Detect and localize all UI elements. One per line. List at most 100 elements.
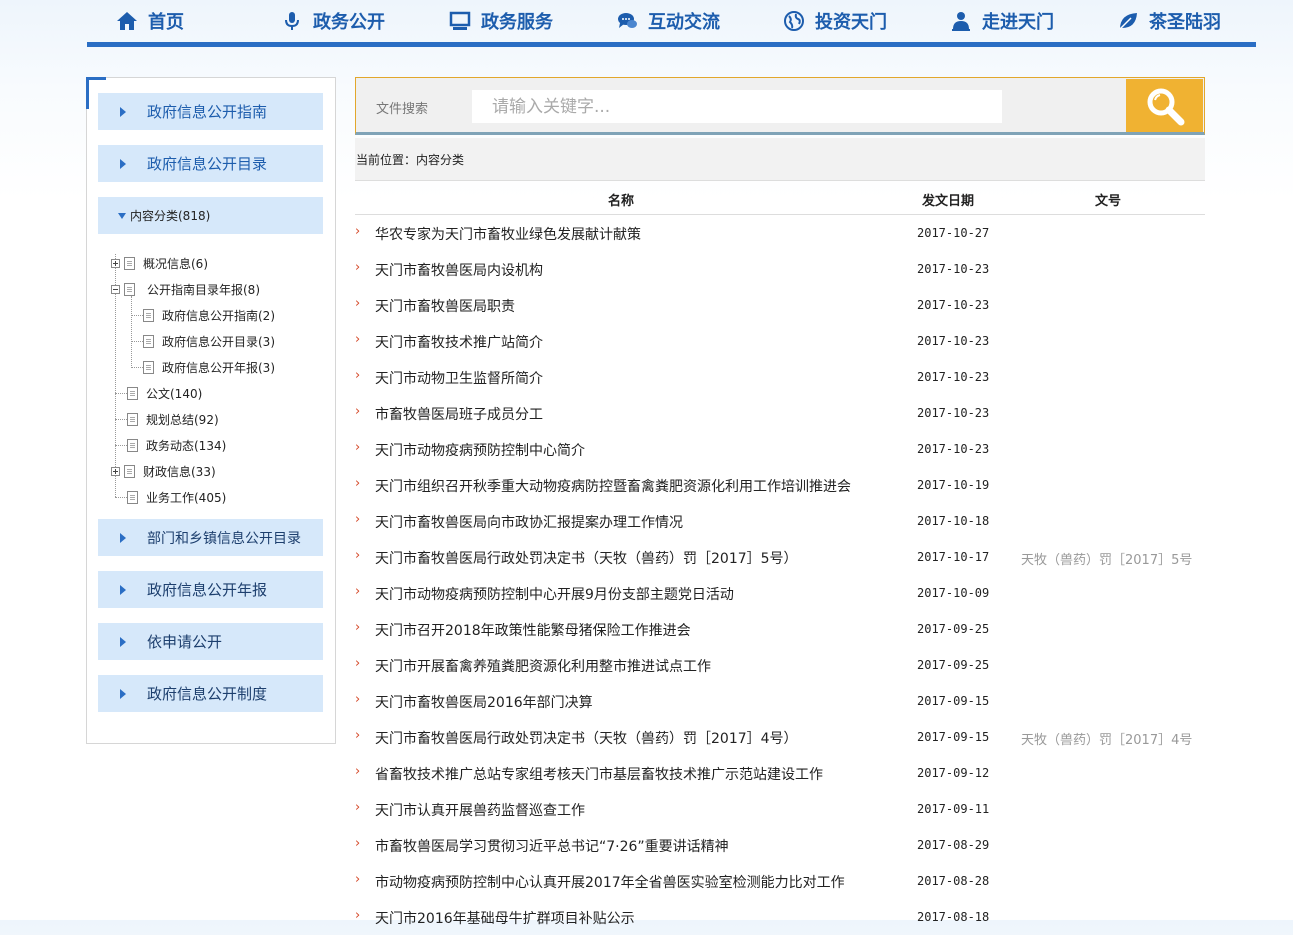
- nav-gov-service[interactable]: 政务服务: [449, 6, 553, 36]
- row-title-link[interactable]: 市畜牧兽医局班子成员分工: [375, 404, 543, 424]
- sidebar-item-annual-report[interactable]: 政府信息公开年报: [98, 571, 323, 608]
- chevron-right-icon: ›: [355, 296, 361, 311]
- nav-home[interactable]: 首页: [116, 6, 184, 36]
- search-icon: [1147, 88, 1184, 125]
- globe-icon: [783, 10, 805, 32]
- table-row[interactable]: › 天门市2016年基础母牛扩群项目补贴公示 2017-08-18: [355, 899, 1205, 935]
- row-title-link[interactable]: 天门市畜牧兽医局职责: [375, 296, 515, 316]
- nav-interaction[interactable]: 互动交流: [616, 6, 720, 36]
- table-row[interactable]: › 天门市畜牧兽医局职责 2017-10-23: [355, 287, 1205, 323]
- nav-visit-label: 走进天门: [982, 12, 1054, 33]
- row-title-link[interactable]: 天门市动物疫病预防控制中心开展9月份支部主题党日活动: [375, 584, 734, 604]
- sidebar-item-content-category[interactable]: 内容分类(818): [98, 197, 323, 234]
- tree-node-plans[interactable]: 规划总结(92): [127, 410, 219, 428]
- row-title-link[interactable]: 省畜牧技术推广总站专家组考核天门市基层畜牧技术推广示范站建设工作: [375, 764, 823, 784]
- table-row[interactable]: › 天门市畜牧兽医局向市政协汇报提案办理工作情况 2017-10-18: [355, 503, 1205, 539]
- table-row[interactable]: › 天门市组织召开秋季重大动物疫病防控暨畜禽粪肥资源化利用工作培训推进会 2017-…: [355, 467, 1205, 503]
- nav-invest[interactable]: 投资天门: [783, 6, 887, 36]
- document-icon: [124, 464, 135, 478]
- tree-node-news[interactable]: 政务动态(134): [127, 436, 226, 454]
- tree-node-documents[interactable]: 公文(140): [127, 384, 202, 402]
- table-row[interactable]: › 市动物疫病预防控制中心认真开展2017年全省兽医实验室检测能力比对工作 2017…: [355, 863, 1205, 899]
- sidebar-item-guide[interactable]: 政府信息公开指南: [98, 93, 323, 130]
- sidebar-item-dept-catalog[interactable]: 部门和乡镇信息公开目录: [98, 519, 323, 556]
- table-row[interactable]: › 天门市召开2018年政策性能繁母猪保险工作推进会 2017-09-25: [355, 611, 1205, 647]
- tree-guide-line: [131, 296, 132, 368]
- tree-node-info-catalog[interactable]: 政府信息公开目录(3): [143, 332, 275, 350]
- row-title-link[interactable]: 天门市畜牧兽医局内设机构: [375, 260, 543, 280]
- breadcrumb-text: 当前位置：内容分类: [356, 152, 465, 167]
- row-title-link[interactable]: 天门市动物卫生监督所简介: [375, 368, 543, 388]
- row-date: 2017-08-18: [917, 910, 990, 924]
- expand-plus-icon[interactable]: [111, 466, 120, 476]
- table-row[interactable]: › 天门市畜牧技术推广站简介 2017-10-23: [355, 323, 1205, 359]
- sidebar-item-application[interactable]: 依申请公开: [98, 623, 323, 660]
- triangle-right-icon: [120, 106, 126, 117]
- table-row[interactable]: › 天门市动物疫病预防控制中心简介 2017-10-23: [355, 431, 1205, 467]
- tree-node-finance[interactable]: 财政信息(33): [111, 462, 216, 480]
- expand-plus-icon[interactable]: [111, 258, 120, 268]
- search-input[interactable]: [472, 90, 1002, 123]
- row-title-link[interactable]: 市动物疫病预防控制中心认真开展2017年全省兽医实验室检测能力比对工作: [375, 872, 845, 892]
- row-title-link[interactable]: 天门市动物疫病预防控制中心简介: [375, 440, 585, 460]
- row-title-link[interactable]: 天门市开展畜禽养殖粪肥资源化利用整市推进试点工作: [375, 656, 711, 676]
- nav-visit[interactable]: 走进天门: [950, 6, 1054, 36]
- leaf-icon: [1117, 10, 1139, 32]
- row-title-link[interactable]: 天门市认真开展兽药监督巡查工作: [375, 800, 585, 820]
- row-title-link[interactable]: 天门市畜牧技术推广站简介: [375, 332, 543, 352]
- row-title-link[interactable]: 天门市2016年基础母牛扩群项目补贴公示: [375, 908, 635, 928]
- file-search-bar: 文件搜索: [355, 77, 1205, 135]
- document-icon: [124, 282, 135, 296]
- table-row[interactable]: › 华农专家为天门市畜牧业绿色发展献计献策 2017-10-27: [355, 215, 1205, 251]
- table-row[interactable]: › 天门市畜牧兽医局内设机构 2017-10-23: [355, 251, 1205, 287]
- row-date: 2017-10-23: [917, 298, 990, 312]
- tree-node-info-guide[interactable]: 政府信息公开指南(2): [143, 306, 275, 324]
- sidebar-item-system[interactable]: 政府信息公开制度: [98, 675, 323, 712]
- table-row[interactable]: › 市畜牧兽医局班子成员分工 2017-10-23: [355, 395, 1205, 431]
- chat-icon: [616, 10, 638, 32]
- triangle-right-icon: [120, 158, 126, 169]
- table-row[interactable]: › 天门市畜牧兽医局行政处罚决定书（天牧（兽药）罚［2017］4号） 2017-09…: [355, 719, 1205, 755]
- sidebar-item-catalog[interactable]: 政府信息公开目录: [98, 145, 323, 182]
- tree-node-business[interactable]: 业务工作(405): [127, 488, 226, 506]
- column-header-date: 发文日期: [922, 194, 975, 209]
- row-title-link[interactable]: 天门市畜牧兽医局行政处罚决定书（天牧（兽药）罚［2017］5号）: [375, 548, 798, 568]
- table-row[interactable]: › 天门市动物疫病预防控制中心开展9月份支部主题党日活动 2017-10-09: [355, 575, 1205, 611]
- document-icon: [127, 412, 138, 426]
- table-row[interactable]: › 天门市动物卫生监督所简介 2017-10-23: [355, 359, 1205, 395]
- nav-luyu[interactable]: 茶圣陆羽: [1117, 6, 1221, 36]
- triangle-right-icon: [120, 688, 126, 699]
- search-button[interactable]: [1126, 79, 1203, 132]
- table-row[interactable]: › 天门市畜牧兽医局2016年部门决算 2017-09-15: [355, 683, 1205, 719]
- chevron-right-icon: ›: [355, 620, 361, 635]
- nav-gov-open[interactable]: 政务公开: [281, 6, 385, 36]
- row-title-link[interactable]: 市畜牧兽医局学习贯彻习近平总书记“7·26”重要讲话精神: [375, 836, 729, 856]
- home-icon: [116, 10, 138, 32]
- row-title-link[interactable]: 天门市组织召开秋季重大动物疫病防控暨畜禽粪肥资源化利用工作培训推进会: [375, 476, 851, 496]
- table-row[interactable]: › 市畜牧兽医局学习贯彻习近平总书记“7·26”重要讲话精神 2017-08-29: [355, 827, 1205, 863]
- row-date: 2017-08-28: [917, 874, 990, 888]
- chevron-right-icon: ›: [355, 836, 361, 851]
- row-title-link[interactable]: 天门市畜牧兽医局2016年部门决算: [375, 692, 593, 712]
- row-title-link[interactable]: 华农专家为天门市畜牧业绿色发展献计献策: [375, 224, 641, 244]
- table-row[interactable]: › 天门市畜牧兽医局行政处罚决定书（天牧（兽药）罚［2017］5号） 2017-10…: [355, 539, 1205, 575]
- tree-node-info-report[interactable]: 政府信息公开年报(3): [143, 358, 275, 376]
- table-row[interactable]: › 省畜牧技术推广总站专家组考核天门市基层畜牧技术推广示范站建设工作 2017-09…: [355, 755, 1205, 791]
- nav-interaction-label: 互动交流: [648, 12, 720, 33]
- chevron-right-icon: ›: [355, 440, 361, 455]
- row-date: 2017-10-23: [917, 442, 990, 456]
- tree-node-guide-catalog-report[interactable]: 公开指南目录年报(8): [111, 280, 260, 298]
- table-row[interactable]: › 天门市开展畜禽养殖粪肥资源化利用整市推进试点工作 2017-09-25: [355, 647, 1205, 683]
- tree-node-overview[interactable]: 概况信息(6): [111, 254, 208, 272]
- row-title-link[interactable]: 天门市畜牧兽医局向市政协汇报提案办理工作情况: [375, 512, 683, 532]
- document-icon: [143, 334, 154, 348]
- nav-luyu-label: 茶圣陆羽: [1149, 12, 1221, 33]
- row-title-link[interactable]: 天门市召开2018年政策性能繁母猪保险工作推进会: [375, 620, 691, 640]
- triangle-right-icon: [120, 636, 126, 647]
- row-date: 2017-10-23: [917, 262, 990, 276]
- row-title-link[interactable]: 天门市畜牧兽医局行政处罚决定书（天牧（兽药）罚［2017］4号）: [375, 728, 798, 748]
- table-row[interactable]: › 天门市认真开展兽药监督巡查工作 2017-09-11: [355, 791, 1205, 827]
- table-header: 名称 发文日期 文号: [355, 181, 1205, 215]
- tree-guide-line: [131, 367, 143, 368]
- collapse-minus-icon[interactable]: [111, 284, 120, 294]
